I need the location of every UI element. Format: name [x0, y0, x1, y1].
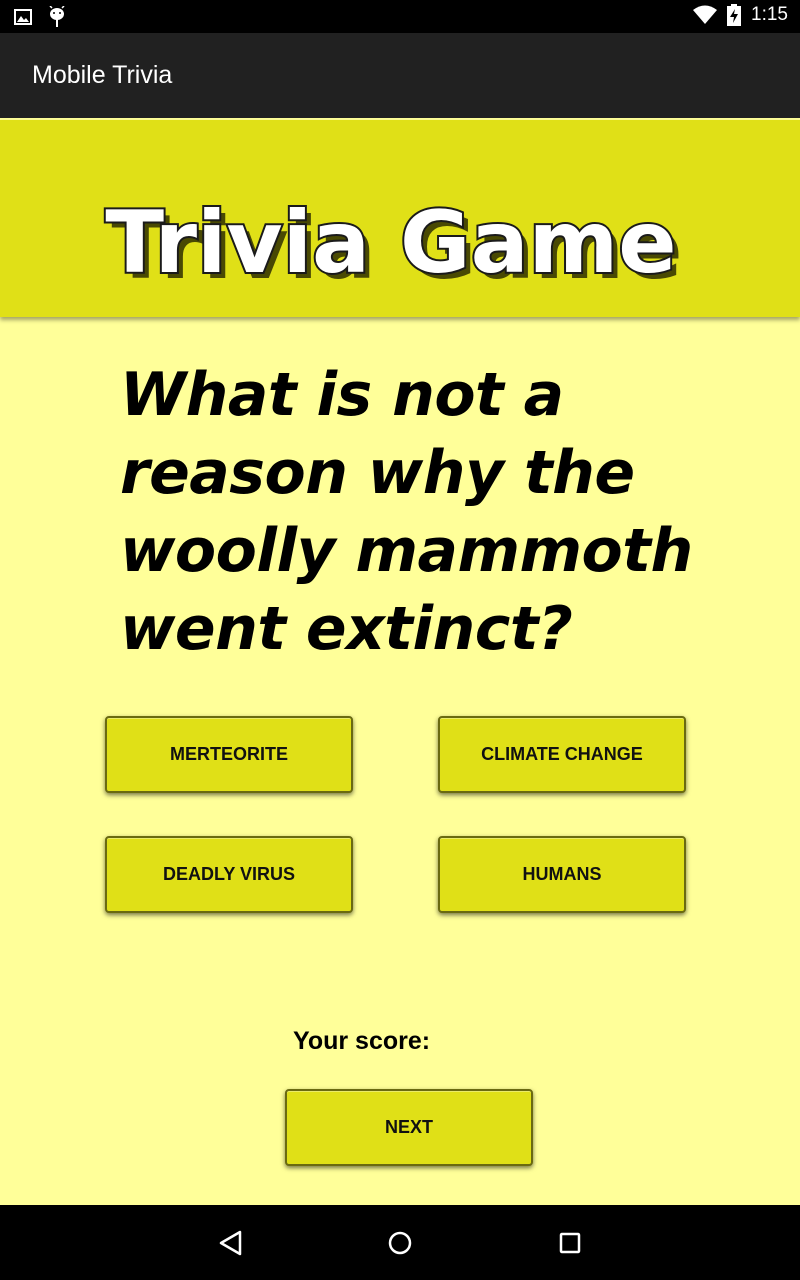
app-title: Mobile Trivia	[32, 61, 173, 89]
next-button[interactable]: NEXT	[285, 1089, 533, 1166]
question-text: What is not a reason why the woolly mamm…	[120, 360, 693, 664]
navigation-bar	[0, 1205, 800, 1280]
answer-button-1[interactable]: MERTEORITE	[105, 716, 353, 793]
home-icon[interactable]	[384, 1227, 416, 1259]
back-icon[interactable]	[215, 1227, 247, 1259]
status-notifications	[14, 6, 66, 28]
recents-icon[interactable]	[554, 1227, 586, 1259]
answer-button-3[interactable]: DEADLY VIRUS	[105, 836, 353, 913]
status-bar: 1:15	[0, 0, 800, 33]
image-icon	[14, 9, 32, 25]
answer-button-4[interactable]: HUMANS	[438, 836, 686, 913]
answer-button-2[interactable]: CLIMATE CHANGE	[438, 716, 686, 793]
battery-charging-icon	[727, 4, 742, 26]
status-time: 1:15	[751, 4, 788, 25]
svg-text:Trivia Game: Trivia Game	[105, 193, 676, 293]
banner: Trivia Game Trivia Game	[0, 120, 800, 317]
android-debug-icon	[49, 6, 65, 27]
wifi-icon	[693, 5, 718, 24]
status-system: 1:15	[693, 4, 788, 26]
trivia-game-logo: Trivia Game Trivia Game	[103, 191, 682, 299]
score-label: Your score:	[293, 1027, 431, 1055]
action-bar: Mobile Trivia	[0, 33, 800, 118]
